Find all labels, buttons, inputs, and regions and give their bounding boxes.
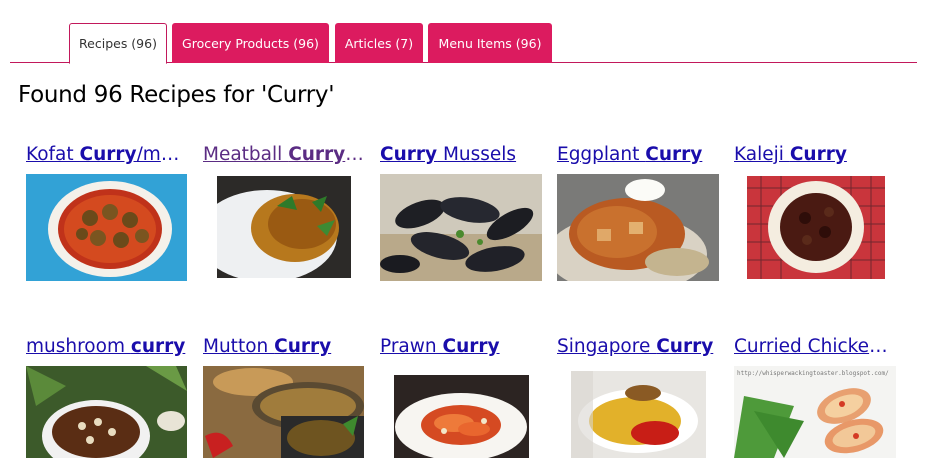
- recipe-title-link[interactable]: Kaleji Curry: [734, 142, 896, 168]
- recipe-title-link[interactable]: Eggplant Curry: [557, 142, 719, 168]
- recipe-thumbnail[interactable]: [203, 366, 364, 458]
- recipe-title-link[interactable]: Mutton Curry: [203, 334, 365, 360]
- recipe-title-link[interactable]: Meatball Curry (Kofta): [203, 142, 365, 168]
- tab-articles[interactable]: Articles (7): [335, 23, 423, 63]
- recipe-thumbnail[interactable]: [26, 366, 187, 458]
- recipe-title-link[interactable]: mushroom curry: [26, 334, 188, 360]
- recipe-thumbnail[interactable]: [747, 176, 885, 279]
- recipe-card: Meatball Curry (Kofta): [203, 142, 365, 168]
- tab-grocery-products[interactable]: Grocery Products (96): [172, 23, 329, 63]
- recipe-thumbnail[interactable]: [380, 174, 542, 281]
- recipe-card: Kaleji Curry: [734, 142, 896, 168]
- recipe-card: Mutton Curry: [203, 334, 365, 360]
- recipe-thumbnail[interactable]: [557, 174, 719, 281]
- recipe-card: Eggplant Curry: [557, 142, 719, 168]
- results-heading: Found 96 Recipes for 'Curry': [18, 82, 335, 108]
- recipe-card: Prawn Curry: [380, 334, 542, 360]
- recipe-card: Singapore Curry: [557, 334, 719, 360]
- recipe-thumbnail[interactable]: [217, 176, 351, 278]
- recipe-thumbnail[interactable]: http://whisperwackingtoaster.blogspot.co…: [734, 366, 896, 458]
- recipe-title-link[interactable]: Curried Chicken Wraps: [734, 334, 896, 360]
- recipe-thumbnail[interactable]: [571, 371, 706, 458]
- recipe-thumbnail[interactable]: [26, 174, 187, 281]
- tab-menu-items[interactable]: Menu Items (96): [428, 23, 552, 63]
- recipe-thumbnail[interactable]: [394, 375, 529, 458]
- recipe-title-link[interactable]: Curry Mussels: [380, 142, 542, 168]
- recipe-title-link[interactable]: Kofat Curry/meatball curry: [26, 142, 188, 168]
- recipe-card: Kofat Curry/meatball curry: [26, 142, 188, 168]
- recipe-card: Curry Mussels: [380, 142, 542, 168]
- recipe-card: mushroom curry: [26, 334, 188, 360]
- recipe-title-link[interactable]: Prawn Curry: [380, 334, 542, 360]
- thumbnail-watermark: http://whisperwackingtoaster.blogspot.co…: [737, 370, 889, 377]
- result-type-tabs: Recipes (96) Grocery Products (96) Artic…: [10, 22, 917, 64]
- recipe-card: Curried Chicken Wraps: [734, 334, 896, 360]
- recipe-title-link[interactable]: Singapore Curry: [557, 334, 719, 360]
- tab-recipes[interactable]: Recipes (96): [69, 23, 167, 64]
